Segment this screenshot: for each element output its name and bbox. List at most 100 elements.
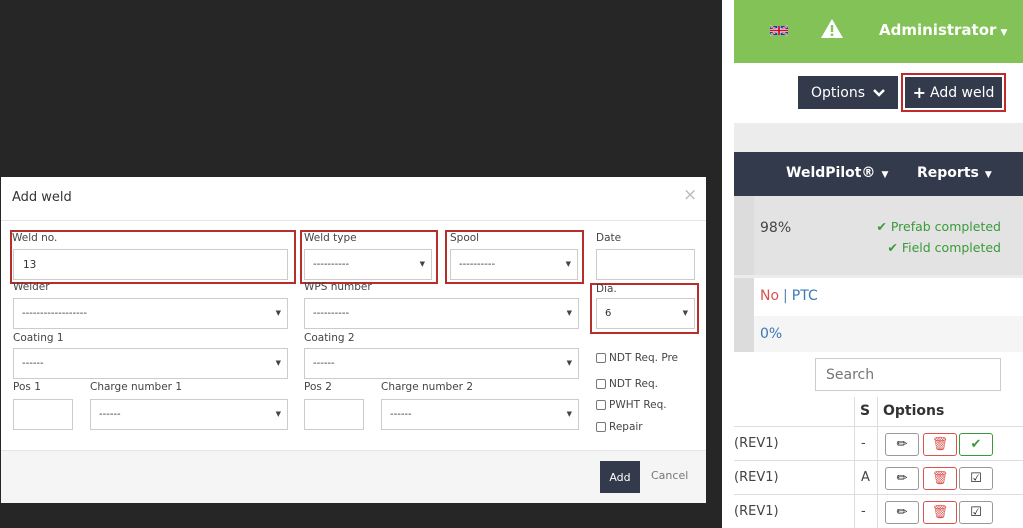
charge1-select[interactable]: ------ ▼ [90,399,288,430]
cancel-button[interactable]: Cancel [651,469,688,482]
ptc-status: No | PTC [760,288,818,304]
charge2-select[interactable]: ------ ▼ [381,399,579,430]
add-weld-highlight: + Add weld [901,73,1006,112]
dia-value: 6 [605,308,612,319]
separator: | [783,288,788,304]
column-header-s[interactable]: S [860,403,870,419]
pos1-input[interactable] [13,399,73,430]
welds-table: S Options (REV1) - ✏ 🗑 ✔ (REV1) A ✏ 🗑 ☑ … [734,397,1023,528]
approve-button[interactable]: ✔ [959,433,993,456]
approve-button[interactable]: ☑ [959,501,993,524]
coating1-label: Coating 1 [13,332,64,344]
charge2-label: Charge number 2 [381,381,474,393]
ndt-checkbox[interactable]: NDT Req. [596,378,658,390]
field-label: Field completed [901,240,1001,255]
nav-reports[interactable]: Reports ▼ [917,165,992,181]
plus-icon: + [912,83,926,102]
spool-select[interactable]: ---------- ▼ [450,249,578,280]
edit-button[interactable]: ✏ [885,433,919,456]
options-label: Options [810,84,866,101]
repair-checkbox[interactable]: Repair [596,421,643,433]
date-input[interactable] [596,249,695,280]
row-ref: (REV1) [734,436,779,451]
no-label: No [760,288,780,304]
ptc-link[interactable]: PTC [792,288,818,304]
repair-label: Repair [609,421,643,433]
weld-type-select[interactable]: ---------- ▼ [304,249,432,280]
uk-flag-icon[interactable] [770,24,788,37]
wps-number-select[interactable]: ---------- ▼ [304,298,579,329]
coating1-select[interactable]: ------ ▼ [13,348,288,379]
edit-button[interactable]: ✏ [885,467,919,490]
table-header: S Options [734,397,1023,427]
chevron-down-icon [873,88,885,97]
row-ref: (REV1) [734,504,779,519]
caret-down-icon: ▼ [1000,28,1008,38]
admin-menu[interactable]: Administrator ▼ [879,21,1007,39]
coating2-select[interactable]: ------ ▼ [304,348,579,379]
weld-no-label: Weld no. [12,232,58,244]
dropdown-arrow-icon: ▼ [419,260,425,268]
row-s: - [861,504,866,519]
charge2-value: ------ [390,409,412,420]
delete-button[interactable]: 🗑 [923,467,957,490]
wps-number-value: ---------- [313,308,350,319]
progress-row: 98% ✔ Prefab completed ✔ Field completed [734,196,1023,275]
trash-icon: 🗑 [931,505,949,520]
top-navbar: Administrator ▼ [734,0,1023,63]
approve-button[interactable]: ☑ [959,467,993,490]
options-button[interactable]: Options [798,76,898,109]
ptc-row: No | PTC [734,278,1023,316]
search-input[interactable] [815,358,1001,391]
check-square-icon: ☑ [970,471,982,486]
dia-select[interactable]: 6 ▼ [596,298,695,329]
prefab-status: ✔ Prefab completed [876,219,1001,234]
table-row: (REV1) - ✏ 🗑 ☑ [734,496,1023,528]
pos2-input[interactable] [304,399,364,430]
zero-row: 0% [734,316,1023,352]
spool-label: Spool [450,232,480,244]
nav-weldpilot[interactable]: WeldPilot® ▼ [786,165,888,181]
row-stub [734,278,754,316]
date-label: Date [596,232,622,244]
modal-divider [1,220,706,221]
zero-percent-link[interactable]: 0% [760,326,782,342]
checkbox-icon [596,379,606,389]
action-bar: Options + Add weld [734,63,1023,123]
nav-weldpilot-label: WeldPilot® [786,165,876,181]
progress-percent: 98% [760,220,792,236]
check-icon: ✔ [876,219,887,234]
check-icon: ✔ [970,437,982,452]
weld-no-input[interactable]: 13 [13,249,288,280]
pencil-icon: ✏ [896,505,908,520]
modal-footer: Add Cancel [1,450,706,503]
dropdown-arrow-icon: ▼ [566,309,572,317]
modal-title: Add weld [12,190,72,205]
dropdown-arrow-icon: ▼ [275,410,281,418]
dropdown-arrow-icon: ▼ [275,359,281,367]
wps-number-label: WPS number [304,281,372,293]
pos2-label: Pos 2 [304,381,332,393]
spool-value: ---------- [459,259,496,270]
delete-button[interactable]: 🗑 [923,433,957,456]
caret-down-icon: ▼ [984,170,992,180]
pwht-checkbox[interactable]: PWHT Req. [596,399,667,411]
dia-label: Dia. [596,283,617,295]
warning-icon[interactable] [820,18,844,39]
coating2-value: ------ [313,358,335,369]
row-s: A [861,470,870,485]
add-weld-button[interactable]: + Add weld [905,77,1002,108]
welder-select[interactable]: ------------------ ▼ [13,298,288,329]
weld-type-label: Weld type [304,232,357,244]
column-header-options: Options [883,403,945,419]
welder-label: Welder [13,281,50,293]
app-panel: Administrator ▼ Options + Add weld WeldPi… [734,0,1023,528]
ndt-pre-checkbox[interactable]: NDT Req. Pre [596,352,678,364]
edit-button[interactable]: ✏ [885,501,919,524]
close-icon[interactable]: × [683,185,697,205]
delete-button[interactable]: 🗑 [923,501,957,524]
trash-icon: 🗑 [931,437,949,452]
field-status: ✔ Field completed [887,240,1001,255]
add-button[interactable]: Add [600,461,640,493]
dropdown-arrow-icon: ▼ [275,309,281,317]
